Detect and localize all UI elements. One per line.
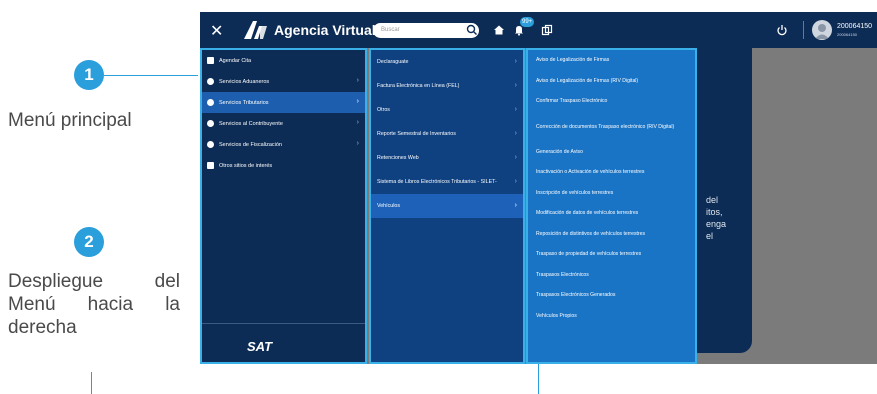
- submenu-item[interactable]: Otros ›: [371, 98, 523, 122]
- menu-item-label: Agendar Cita: [219, 57, 252, 64]
- menu-item-label: Servicios Tributarios: [219, 99, 269, 106]
- chevron-right-icon: ›: [514, 154, 517, 161]
- vehiculos-menu-item[interactable]: Corrección de documentos Traspaso electr…: [528, 112, 695, 142]
- submenu-item[interactable]: Retenciones Web ›: [371, 146, 523, 170]
- vehiculos-menu-item[interactable]: Confirmar Traspaso Electrónico: [528, 91, 695, 112]
- vehiculos-menu-item[interactable]: Aviso de Legalización de Firmas (RIV Dig…: [528, 71, 695, 92]
- chevron-right-icon: ›: [514, 130, 517, 137]
- app-window: ✕ Agencia Virtual Buscar 99+ 200064150 2…: [200, 12, 877, 364]
- callout-label-line: derecha: [8, 317, 77, 338]
- submenu-item[interactable]: Declaraguate ›: [371, 50, 523, 74]
- vehiculos-menu-item[interactable]: Inactivación o Activación de vehículos t…: [528, 162, 695, 183]
- submenu-vehiculos: Aviso de Legalización de Firmas Aviso de…: [526, 48, 697, 364]
- content-card-text: del itos, enga el: [706, 194, 726, 242]
- vehiculos-menu-item[interactable]: Traspasos Electrónicos: [528, 265, 695, 286]
- chevron-right-icon: ›: [514, 106, 517, 113]
- circle-plus-icon: [207, 141, 214, 148]
- user-id[interactable]: 200064150 200064150: [837, 23, 872, 39]
- menu-divider: [202, 323, 365, 324]
- card-text-line: itos,: [706, 207, 723, 217]
- submenu-item-label: Factura Electrónica en Línea (FEL): [377, 83, 460, 89]
- copy-icon[interactable]: [541, 24, 553, 36]
- user-icon: [815, 24, 829, 39]
- vehiculos-menu-item[interactable]: Modificación de datos de vehículos terre…: [528, 203, 695, 224]
- vehiculos-menu-item[interactable]: Traspaso de propiedad de vehículos terre…: [528, 244, 695, 265]
- vehiculos-menu-item[interactable]: Vehículos Propios: [528, 306, 695, 327]
- circle-plus-icon: [207, 78, 214, 85]
- power-icon[interactable]: [776, 24, 788, 36]
- avatar[interactable]: [812, 20, 832, 40]
- callout-leader-line: [538, 364, 539, 394]
- menu-item-label: Servicios Aduaneros: [219, 78, 270, 85]
- search-icon[interactable]: [466, 24, 478, 36]
- main-menu: Agendar Cita Servicios Aduaneros › Servi…: [200, 48, 367, 364]
- submenu-item-vehiculos[interactable]: Vehículos ›: [371, 194, 523, 218]
- menu-item-servicios-contribuyente[interactable]: Servicios al Contribuyente ›: [202, 113, 365, 134]
- callout-badge-1: 1: [74, 60, 104, 90]
- tutorial-figure: 1 Menú principal 2 Despliegue del Menú h…: [0, 0, 877, 394]
- chevron-right-icon: ›: [514, 58, 517, 65]
- callout-label-line: Despliegue del: [8, 271, 180, 292]
- callout-leader-line: [104, 75, 198, 76]
- chevron-right-icon: ›: [356, 119, 359, 126]
- sat-logo: SAT: [247, 339, 272, 354]
- submenu-servicios-tributarios: Declaraguate › Factura Electrónica en Lí…: [369, 48, 525, 364]
- top-bar: ✕ Agencia Virtual Buscar 99+ 200064150 2…: [200, 12, 877, 48]
- chevron-right-icon: ›: [356, 140, 359, 147]
- toolbar-divider: [803, 21, 804, 39]
- submenu-item[interactable]: Factura Electrónica en Línea (FEL) ›: [371, 74, 523, 98]
- callout-label-menu-principal: Menú principal: [8, 110, 132, 131]
- callout-leader-line: [91, 372, 92, 394]
- submenu-item-label: Otros: [377, 107, 390, 113]
- close-icon[interactable]: ✕: [210, 21, 223, 41]
- app-title: Agencia Virtual: [274, 22, 376, 38]
- search-input[interactable]: Buscar: [373, 23, 479, 38]
- submenu-item-label: Vehículos: [377, 203, 400, 209]
- user-id-number: 200064150: [837, 23, 873, 30]
- vehiculos-menu-item[interactable]: Generación de Aviso: [528, 142, 695, 163]
- menu-item-servicios-aduaneros[interactable]: Servicios Aduaneros ›: [202, 71, 365, 92]
- vehiculos-menu-item[interactable]: Aviso de Legalización de Firmas: [528, 50, 695, 71]
- user-id-subtext: 200064150: [837, 32, 858, 37]
- agencia-virtual-logo: [244, 21, 267, 39]
- submenu-item-label: Retenciones Web: [377, 155, 419, 161]
- card-text-line: enga: [706, 219, 727, 229]
- menu-item-label: Servicios al Contribuyente: [219, 120, 283, 127]
- chevron-right-icon: ›: [356, 77, 359, 84]
- menu-item-servicios-tributarios[interactable]: Servicios Tributarios ›: [202, 92, 365, 113]
- circle-plus-icon: [207, 120, 214, 127]
- card-text-line: del: [706, 195, 719, 205]
- chevron-right-icon: ›: [514, 82, 517, 89]
- menu-item-label: Otros sitios de interés: [219, 162, 273, 169]
- submenu-item-label: Reporte Semestral de Inventarios: [377, 131, 456, 137]
- external-link-icon: [207, 162, 214, 169]
- notification-count-badge: 99+: [520, 17, 535, 27]
- menu-item-servicios-fiscalizacion[interactable]: Servicios de Fiscalización ›: [202, 134, 365, 155]
- vehiculos-menu-item[interactable]: Traspasos Electrónicos Generados: [528, 285, 695, 306]
- chevron-right-icon: ›: [356, 98, 359, 105]
- menu-item-agendar-cita[interactable]: Agendar Cita: [202, 50, 365, 71]
- vehiculos-menu-item[interactable]: Reposición de distintivos de vehículos t…: [528, 224, 695, 245]
- callout-label-line: Menú hacia la: [8, 294, 180, 315]
- card-text-line: el: [706, 231, 714, 241]
- menu-item-label: Servicios de Fiscalización: [219, 141, 282, 148]
- sat-logo-text: SAT: [247, 339, 273, 354]
- submenu-item-label: Sistema de Libros Electrónicos Tributari…: [377, 179, 497, 185]
- callout-label-despliegue: Despliegue del Menú hacia la derecha: [8, 270, 180, 339]
- chevron-right-icon: ›: [514, 202, 517, 209]
- home-icon[interactable]: [493, 24, 505, 36]
- calendar-icon: [207, 57, 214, 64]
- submenu-item-label: Declaraguate: [377, 59, 409, 65]
- submenu-item[interactable]: Sistema de Libros Electrónicos Tributari…: [371, 170, 523, 194]
- vehiculos-menu-item[interactable]: Inscripción de vehículos terrestres: [528, 183, 695, 204]
- callout-badge-2: 2: [74, 227, 104, 257]
- menu-item-otros-sitios[interactable]: Otros sitios de interés: [202, 155, 365, 176]
- circle-plus-icon: [207, 99, 214, 106]
- chevron-right-icon: ›: [514, 178, 517, 185]
- submenu-item[interactable]: Reporte Semestral de Inventarios ›: [371, 122, 523, 146]
